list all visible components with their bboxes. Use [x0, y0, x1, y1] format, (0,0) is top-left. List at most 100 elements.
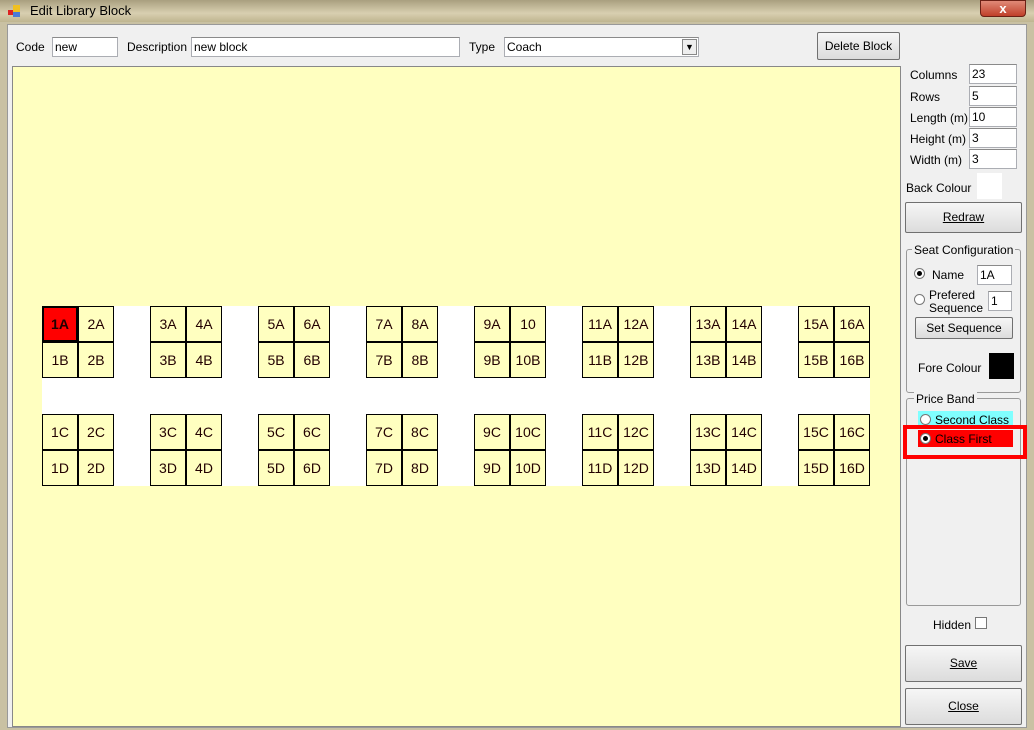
seat-13C[interactable]: 13C [690, 414, 726, 450]
empty-cell[interactable] [222, 342, 258, 378]
seat-10B[interactable]: 10B [510, 342, 546, 378]
aisle-cell[interactable] [510, 378, 546, 414]
seat-2B[interactable]: 2B [78, 342, 114, 378]
class-first-radio[interactable] [920, 433, 931, 444]
aisle-cell[interactable] [114, 378, 150, 414]
seat-7A[interactable]: 7A [366, 306, 402, 342]
close-window-button[interactable]: x [980, 0, 1026, 17]
seat-8D[interactable]: 8D [402, 450, 438, 486]
seat-14D[interactable]: 14D [726, 450, 762, 486]
empty-cell[interactable] [114, 306, 150, 342]
aisle-cell[interactable] [834, 378, 870, 414]
seat-2D[interactable]: 2D [78, 450, 114, 486]
seat-3B[interactable]: 3B [150, 342, 186, 378]
seat-5A[interactable]: 5A [258, 306, 294, 342]
empty-cell[interactable] [654, 450, 690, 486]
hidden-checkbox[interactable] [975, 617, 987, 629]
aisle-cell[interactable] [618, 378, 654, 414]
code-input[interactable]: new [52, 37, 118, 57]
seat-5C[interactable]: 5C [258, 414, 294, 450]
seat-7D[interactable]: 7D [366, 450, 402, 486]
seat-8C[interactable]: 8C [402, 414, 438, 450]
seat-11D[interactable]: 11D [582, 450, 618, 486]
empty-cell[interactable] [762, 414, 798, 450]
seat-3D[interactable]: 3D [150, 450, 186, 486]
seat-12D[interactable]: 12D [618, 450, 654, 486]
height-input[interactable]: 3 [969, 128, 1017, 148]
name-radio[interactable] [914, 268, 925, 279]
seat-10[interactable]: 10 [510, 306, 546, 342]
seat-10C[interactable]: 10C [510, 414, 546, 450]
seat-5B[interactable]: 5B [258, 342, 294, 378]
seat-8B[interactable]: 8B [402, 342, 438, 378]
empty-cell[interactable] [330, 450, 366, 486]
empty-cell[interactable] [546, 342, 582, 378]
seat-15C[interactable]: 15C [798, 414, 834, 450]
seat-16D[interactable]: 16D [834, 450, 870, 486]
seat-16B[interactable]: 16B [834, 342, 870, 378]
seat-13D[interactable]: 13D [690, 450, 726, 486]
seat-6A[interactable]: 6A [294, 306, 330, 342]
delete-block-button[interactable]: Delete Block [817, 32, 900, 60]
empty-cell[interactable] [330, 306, 366, 342]
seat-15B[interactable]: 15B [798, 342, 834, 378]
seat-10D[interactable]: 10D [510, 450, 546, 486]
seat-2C[interactable]: 2C [78, 414, 114, 450]
set-sequence-button[interactable]: Set Sequence [915, 317, 1013, 339]
seat-11C[interactable]: 11C [582, 414, 618, 450]
seat-2A[interactable]: 2A [78, 306, 114, 342]
aisle-cell[interactable] [186, 378, 222, 414]
aisle-cell[interactable] [78, 378, 114, 414]
seat-1C[interactable]: 1C [42, 414, 78, 450]
width-input[interactable]: 3 [969, 149, 1017, 169]
type-select[interactable]: Coach ▼ [504, 37, 699, 57]
aisle-cell[interactable] [438, 378, 474, 414]
aisle-cell[interactable] [42, 378, 78, 414]
empty-cell[interactable] [762, 342, 798, 378]
close-button[interactable]: Close [905, 688, 1022, 725]
aisle-cell[interactable] [654, 378, 690, 414]
aisle-cell[interactable] [366, 378, 402, 414]
aisle-cell[interactable] [582, 378, 618, 414]
empty-cell[interactable] [654, 414, 690, 450]
empty-cell[interactable] [438, 450, 474, 486]
seat-11A[interactable]: 11A [582, 306, 618, 342]
seat-6B[interactable]: 6B [294, 342, 330, 378]
seat-9D[interactable]: 9D [474, 450, 510, 486]
empty-cell[interactable] [654, 306, 690, 342]
empty-cell[interactable] [114, 414, 150, 450]
seat-name-input[interactable]: 1A [977, 265, 1012, 285]
empty-cell[interactable] [330, 342, 366, 378]
empty-cell[interactable] [222, 306, 258, 342]
aisle-cell[interactable] [258, 378, 294, 414]
empty-cell[interactable] [222, 450, 258, 486]
seat-8A[interactable]: 8A [402, 306, 438, 342]
empty-cell[interactable] [114, 342, 150, 378]
seat-16C[interactable]: 16C [834, 414, 870, 450]
aisle-cell[interactable] [294, 378, 330, 414]
seat-7C[interactable]: 7C [366, 414, 402, 450]
seat-9C[interactable]: 9C [474, 414, 510, 450]
fore-colour-swatch[interactable] [989, 353, 1014, 379]
seat-14A[interactable]: 14A [726, 306, 762, 342]
seat-3C[interactable]: 3C [150, 414, 186, 450]
second-class-radio[interactable] [920, 414, 931, 425]
seat-4A[interactable]: 4A [186, 306, 222, 342]
seat-13A[interactable]: 13A [690, 306, 726, 342]
columns-input[interactable]: 23 [969, 64, 1017, 84]
empty-cell[interactable] [438, 342, 474, 378]
empty-cell[interactable] [438, 414, 474, 450]
redraw-button[interactable]: Redraw [905, 202, 1022, 233]
save-button[interactable]: Save [905, 645, 1022, 682]
preferred-sequence-radio[interactable] [914, 294, 925, 305]
aisle-cell[interactable] [150, 378, 186, 414]
empty-cell[interactable] [762, 450, 798, 486]
seat-9B[interactable]: 9B [474, 342, 510, 378]
seat-11B[interactable]: 11B [582, 342, 618, 378]
seat-4C[interactable]: 4C [186, 414, 222, 450]
seat-6D[interactable]: 6D [294, 450, 330, 486]
empty-cell[interactable] [546, 414, 582, 450]
seat-5D[interactable]: 5D [258, 450, 294, 486]
seat-12B[interactable]: 12B [618, 342, 654, 378]
seat-1D[interactable]: 1D [42, 450, 78, 486]
